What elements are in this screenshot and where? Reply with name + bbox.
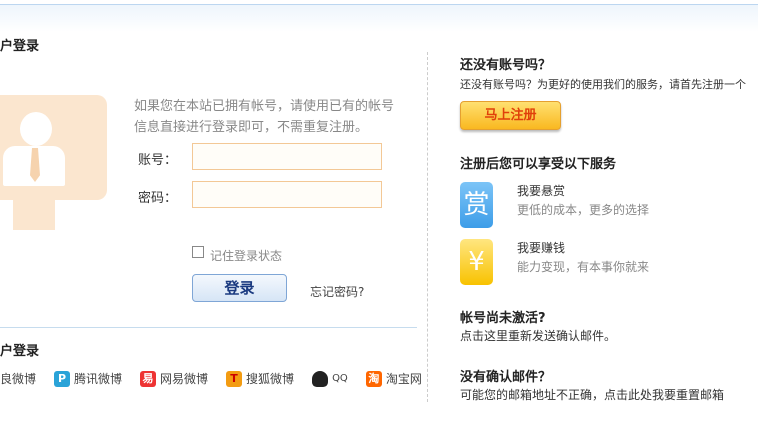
login-button[interactable]: 登录	[192, 274, 287, 302]
reward-icon: 赏	[460, 182, 493, 228]
top-band	[0, 4, 758, 32]
login-description: 如果您在本站已拥有帐号，请使用已有的帐号信息直接进行登录即可，不需重复注册。	[134, 99, 395, 135]
service-earn-name[interactable]: 我要赚钱	[517, 239, 565, 256]
third-party-title: 户登录	[0, 344, 40, 359]
password-input[interactable]	[192, 181, 382, 208]
service-reward-name[interactable]: 我要悬赏	[517, 182, 565, 199]
activate-title: 帐号尚未激活?	[460, 311, 546, 326]
netease-weibo-icon[interactable]: 易	[140, 370, 157, 387]
account-input[interactable]	[192, 143, 382, 170]
netease-weibo-link[interactable]: 网易微博	[160, 370, 208, 387]
divider	[0, 327, 417, 328]
remember-checkbox[interactable]	[192, 246, 204, 258]
resend-email-link[interactable]: 点击这里重新发送确认邮件。	[460, 327, 616, 344]
sohu-weibo-icon[interactable]: T	[226, 370, 243, 387]
vertical-divider	[427, 52, 428, 402]
tencent-weibo-link[interactable]: 腾讯微博	[74, 370, 122, 387]
reset-email-link[interactable]: 可能您的邮箱地址不正确，点击此处我要重置邮箱	[460, 386, 724, 403]
remember-label[interactable]: 记住登录状态	[210, 247, 282, 264]
services-title: 注册后您可以享受以下服务	[460, 157, 617, 172]
user-head-icon	[20, 112, 52, 146]
account-label: 账号：	[138, 153, 178, 168]
forgot-password-link[interactable]: 忘记密码?	[310, 283, 364, 300]
yen-icon: ¥	[460, 239, 493, 285]
register-title: 还没有账号吗？	[460, 58, 552, 73]
third-party-list: 良微博 P 腾讯微博 易 网易微博 T 搜狐微博 QQ 淘 淘宝网	[0, 370, 422, 387]
service-reward-desc: 更低的成本，更多的选择	[517, 203, 650, 217]
sina-weibo-link[interactable]: 良微博	[0, 370, 36, 387]
register-button[interactable]: 马上注册	[460, 101, 561, 130]
register-text: 还没有账号吗？为更好的使用我们的服务，请首先注册一个	[460, 78, 746, 91]
login-title: 户登录	[0, 39, 40, 54]
taobao-link[interactable]: 淘宝网	[386, 370, 422, 387]
service-earn-desc: 能力变现，有本事你就来	[517, 260, 650, 274]
qq-link[interactable]: QQ	[332, 373, 348, 384]
taobao-icon[interactable]: 淘	[365, 370, 382, 387]
qq-penguin-icon[interactable]	[312, 370, 329, 387]
tencent-weibo-icon[interactable]: P	[54, 370, 71, 387]
sohu-weibo-link[interactable]: 搜狐微博	[246, 370, 294, 387]
password-label: 密码：	[138, 191, 178, 206]
user-illustration-stand	[13, 198, 55, 230]
no-email-title: 没有确认邮件？	[460, 370, 552, 385]
